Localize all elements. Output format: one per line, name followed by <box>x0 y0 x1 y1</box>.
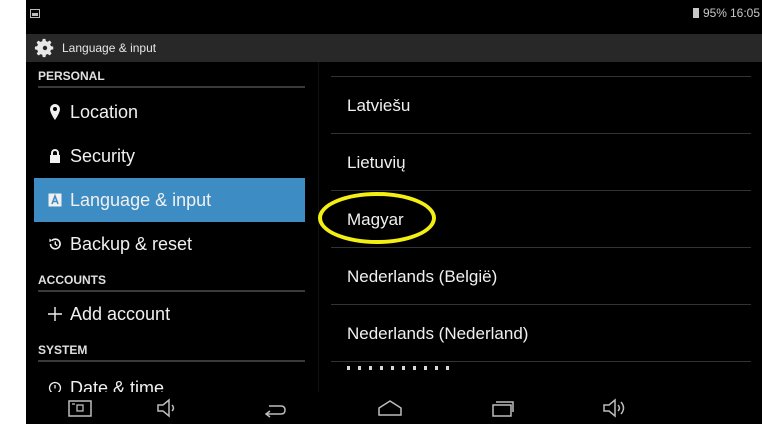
restore-icon <box>49 238 61 250</box>
settings-gear-icon[interactable] <box>34 37 56 59</box>
language-label: Latviešu <box>347 96 411 115</box>
cut-off-row-stub <box>347 366 457 370</box>
list-item[interactable] <box>331 362 751 392</box>
page-title: Language & input <box>62 41 157 55</box>
section-header-system: SYSTEM <box>38 338 305 362</box>
sidebar-item-label: Add account <box>70 304 171 324</box>
section-header-accounts: ACCOUNTS <box>38 268 305 292</box>
volume-up-icon[interactable] <box>601 397 629 419</box>
sidebar-item-label: Security <box>70 146 136 166</box>
clock-icon <box>48 381 62 392</box>
pane-divider <box>318 62 319 392</box>
device-screen: 95% 16:05 Language & input PERSONAL Loca… <box>26 0 762 424</box>
status-bar: 95% 16:05 <box>26 0 762 34</box>
lock-icon <box>50 149 60 163</box>
battery-percent: 95% <box>702 6 727 20</box>
keyboard-a-icon <box>48 193 62 207</box>
clock-time: 16:05 <box>729 6 760 20</box>
back-icon[interactable] <box>261 397 289 419</box>
volume-down-icon[interactable] <box>154 397 182 419</box>
navigation-bar <box>26 392 762 424</box>
language-item-latviesu[interactable]: Latviešu <box>331 77 751 134</box>
sidebar-item-backup-reset[interactable]: Backup & reset <box>34 222 305 266</box>
recents-icon[interactable] <box>488 397 516 419</box>
sidebar-item-label: Location <box>70 102 139 122</box>
action-bar: Language & input <box>26 34 762 62</box>
language-label: Lietuvių <box>347 153 406 172</box>
sidebar-item-location[interactable]: Location <box>34 90 305 134</box>
location-pin-icon <box>50 104 60 120</box>
section-header-personal: PERSONAL <box>38 64 305 88</box>
language-item-nederlands-belgie[interactable]: Nederlands (België) <box>331 248 751 305</box>
sidebar-item-label: Language & input <box>70 190 212 210</box>
sidebar-item-label: Backup & reset <box>70 234 193 254</box>
sidebar-item-language-input[interactable]: Language & input <box>34 178 305 222</box>
gallery-notification-icon <box>30 9 40 18</box>
list-item[interactable] <box>331 62 751 77</box>
language-label: Nederlands (België) <box>347 267 498 286</box>
screenshot-icon[interactable] <box>66 397 94 419</box>
sidebar-item-security[interactable]: Security <box>34 134 305 178</box>
language-item-lietuviu[interactable]: Lietuvių <box>331 134 751 191</box>
sidebar-item-label: Date & time <box>70 378 165 392</box>
language-label: Nederlands (Nederland) <box>347 324 529 343</box>
home-icon[interactable] <box>376 397 404 419</box>
highlight-ellipse <box>318 192 436 244</box>
sidebar-item-date-time[interactable]: Date & time <box>34 366 305 392</box>
plus-icon <box>48 307 62 321</box>
language-item-nederlands-nederland[interactable]: Nederlands (Nederland) <box>331 305 751 362</box>
battery-icon <box>692 8 699 18</box>
status-right: 95% 16:05 <box>692 6 760 20</box>
settings-sidebar: PERSONAL Location Security Language & in… <box>26 62 311 392</box>
sidebar-item-add-account[interactable]: Add account <box>34 292 305 336</box>
